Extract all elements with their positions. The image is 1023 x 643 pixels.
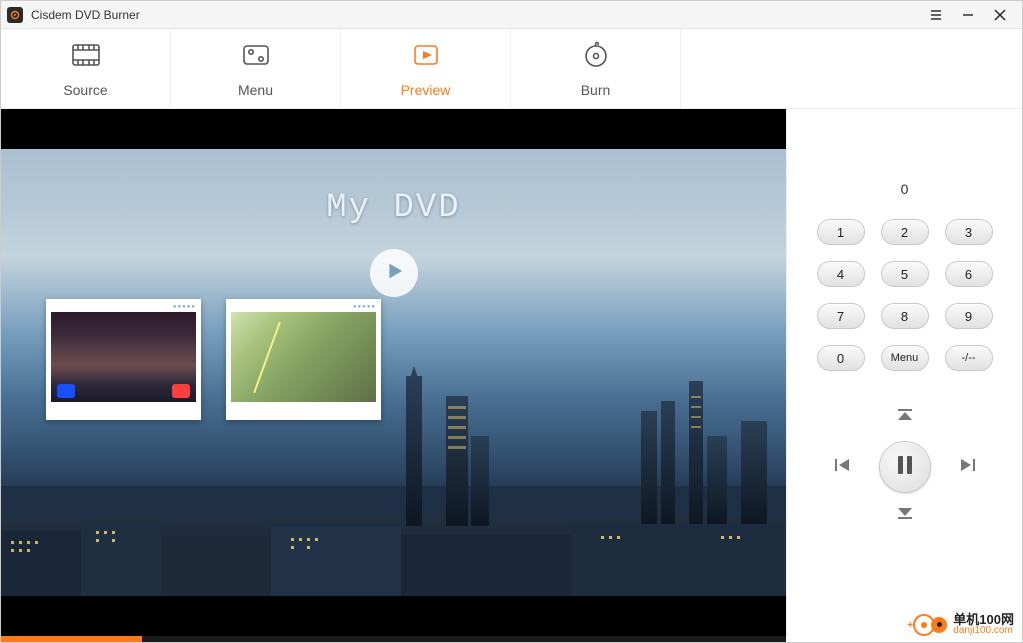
keypad-button-3[interactable]: 3 (945, 219, 993, 245)
keypad-button-7[interactable]: 7 (817, 303, 865, 329)
remote-keypad: 1 2 3 4 5 6 7 8 9 0 Menu -/-- (817, 219, 993, 371)
keypad-button-dash[interactable]: -/-- (945, 345, 993, 371)
window-title: Cisdem DVD Burner (31, 8, 140, 22)
keypad-button-9[interactable]: 9 (945, 303, 993, 329)
tab-source[interactable]: Source (1, 29, 171, 108)
pause-icon (896, 455, 914, 480)
keypad-button-6[interactable]: 6 (945, 261, 993, 287)
tab-label: Menu (238, 82, 273, 98)
tab-burn[interactable]: Burn (511, 29, 681, 108)
chapter-first-button[interactable] (889, 405, 921, 431)
letterbox (1, 109, 786, 149)
play-icon (383, 260, 405, 287)
transport-controls (825, 405, 985, 529)
progress-bar[interactable] (1, 636, 786, 642)
skip-to-end-icon (895, 504, 915, 529)
thumb-dots-icon: ●●●●● (51, 304, 196, 312)
tab-label: Burn (581, 82, 611, 98)
watermark-logo-icon: + (913, 614, 947, 636)
skip-previous-icon (832, 455, 852, 480)
titlebar: Cisdem DVD Burner (1, 1, 1022, 29)
remote-display: 0 (901, 181, 909, 197)
watermark: + 单机100网 danji100.com (913, 613, 1014, 636)
previous-button[interactable] (825, 450, 859, 484)
dvd-title-text: My DVD (1, 189, 786, 227)
keypad-button-1[interactable]: 1 (817, 219, 865, 245)
tab-label: Preview (401, 82, 451, 98)
preview-icon (410, 39, 442, 76)
filmstrip-icon (70, 39, 102, 76)
keypad-button-5[interactable]: 5 (881, 261, 929, 287)
main-tabs: Source Menu Preview Burn (1, 29, 1022, 109)
dvd-chapter-thumbnail[interactable]: ●●●●● (46, 299, 201, 420)
preview-canvas: My DVD ●●●●● ●●●●● (1, 109, 786, 636)
keypad-button-menu[interactable]: Menu (881, 345, 929, 371)
close-button[interactable] (984, 3, 1016, 27)
preview-pane: My DVD ●●●●● ●●●●● (1, 109, 786, 642)
disc-icon (580, 39, 612, 76)
thumb-image (231, 312, 376, 402)
keypad-button-0[interactable]: 0 (817, 345, 865, 371)
tab-menu[interactable]: Menu (171, 29, 341, 108)
dvd-chapter-thumbnail[interactable]: ●●●●● (226, 299, 381, 420)
play-pause-button[interactable] (879, 441, 931, 493)
thumb-image (51, 312, 196, 402)
menu-layout-icon (240, 39, 272, 76)
remote-panel: 0 1 2 3 4 5 6 7 8 9 0 Menu -/-- (786, 109, 1022, 642)
minimize-button[interactable] (952, 3, 984, 27)
dvd-menu-thumbnails: ●●●●● ●●●●● (46, 299, 381, 420)
watermark-url: danji100.com (953, 626, 1014, 636)
content-area: My DVD ●●●●● ●●●●● 0 (1, 109, 1022, 642)
tab-label: Source (63, 82, 107, 98)
keypad-button-8[interactable]: 8 (881, 303, 929, 329)
play-button[interactable] (370, 249, 418, 297)
keypad-button-4[interactable]: 4 (817, 261, 865, 287)
letterbox (1, 596, 786, 636)
next-button[interactable] (951, 450, 985, 484)
keypad-button-2[interactable]: 2 (881, 219, 929, 245)
skip-to-start-icon (895, 406, 915, 431)
thumb-dots-icon: ●●●●● (231, 304, 376, 312)
progress-fill (1, 636, 142, 642)
chapter-last-button[interactable] (889, 503, 921, 529)
app-icon (7, 7, 23, 23)
skip-next-icon (958, 455, 978, 480)
menu-button[interactable] (920, 3, 952, 27)
tab-preview[interactable]: Preview (341, 29, 511, 108)
